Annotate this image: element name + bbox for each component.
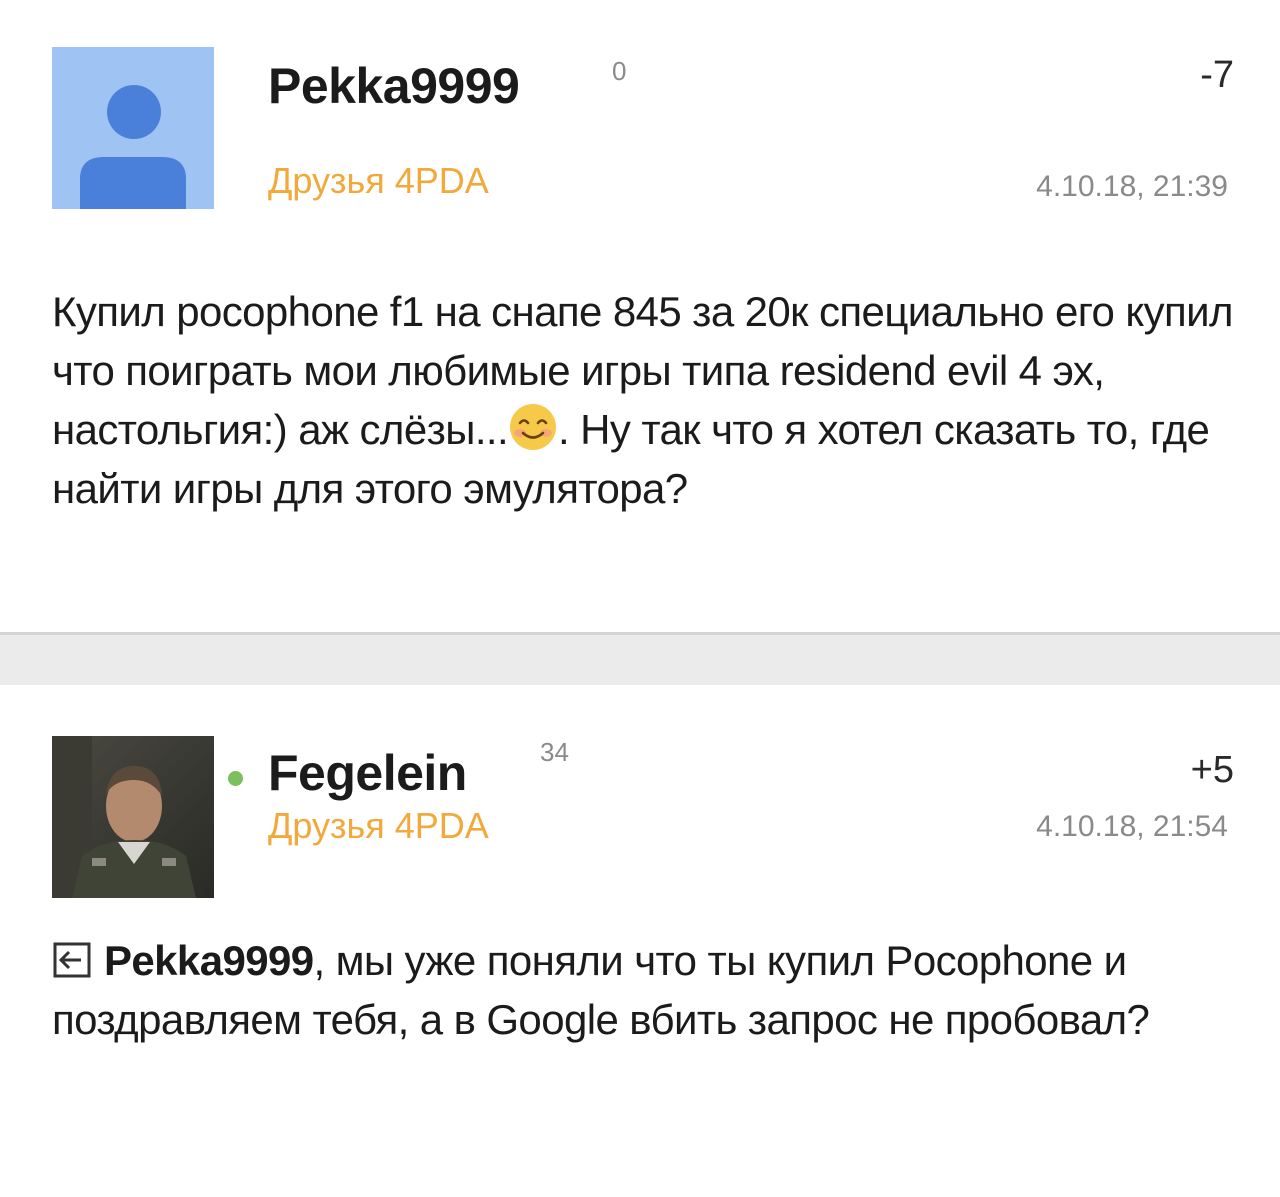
post-score[interactable]: -7 — [1200, 54, 1234, 97]
online-status-indicator — [228, 771, 243, 786]
reply-icon[interactable] — [52, 939, 94, 981]
reputation-count[interactable]: 34 — [540, 737, 569, 768]
post: Fegelein 34 Друзья 4PDA +5 4.10.18, 21:5… — [0, 685, 1280, 1197]
user-group: Друзья 4PDA — [268, 805, 489, 846]
user-photo-avatar-icon[interactable] — [52, 736, 214, 898]
post-score[interactable]: +5 — [1191, 749, 1234, 792]
smiling-face-emoji-icon — [510, 404, 557, 450]
post: Pekka9999 0 Друзья 4PDA -7 4.10.18, 21:3… — [0, 0, 1280, 632]
user-group: Друзья 4PDA — [268, 160, 489, 201]
author-name[interactable]: Fegelein — [268, 744, 467, 802]
post-datetime: 4.10.18, 21:54 — [1036, 810, 1228, 843]
post-body: Pekka9999, мы уже поняли что ты купил Po… — [52, 931, 1242, 1049]
post-separator — [0, 632, 1280, 685]
mentioned-user-link[interactable]: Pekka9999 — [104, 937, 314, 984]
reputation-count[interactable]: 0 — [612, 56, 626, 87]
author-name[interactable]: Pekka9999 — [268, 57, 520, 115]
post-body: Купил pocophone f1 на снапе 845 за 20к с… — [52, 282, 1242, 518]
default-avatar-icon[interactable] — [52, 47, 214, 209]
post-datetime: 4.10.18, 21:39 — [1036, 170, 1228, 203]
